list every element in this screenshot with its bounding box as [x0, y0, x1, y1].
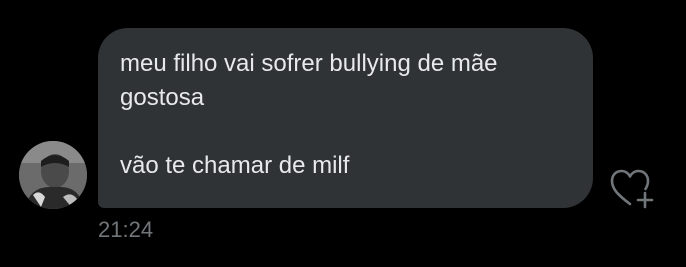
like-button[interactable]	[608, 167, 656, 211]
message-text-second: vão te chamar de milf	[120, 152, 350, 179]
message-bubble: meu filho vai sofrer bullying de mãe gos…	[98, 28, 593, 208]
message-text-first: meu filho vai sofrer bullying de mãe gos…	[120, 50, 498, 111]
message-timestamp: 21:24	[98, 217, 154, 242]
avatar[interactable]	[19, 141, 87, 209]
avatar-photo	[19, 141, 87, 209]
heart-plus-icon	[610, 169, 654, 209]
